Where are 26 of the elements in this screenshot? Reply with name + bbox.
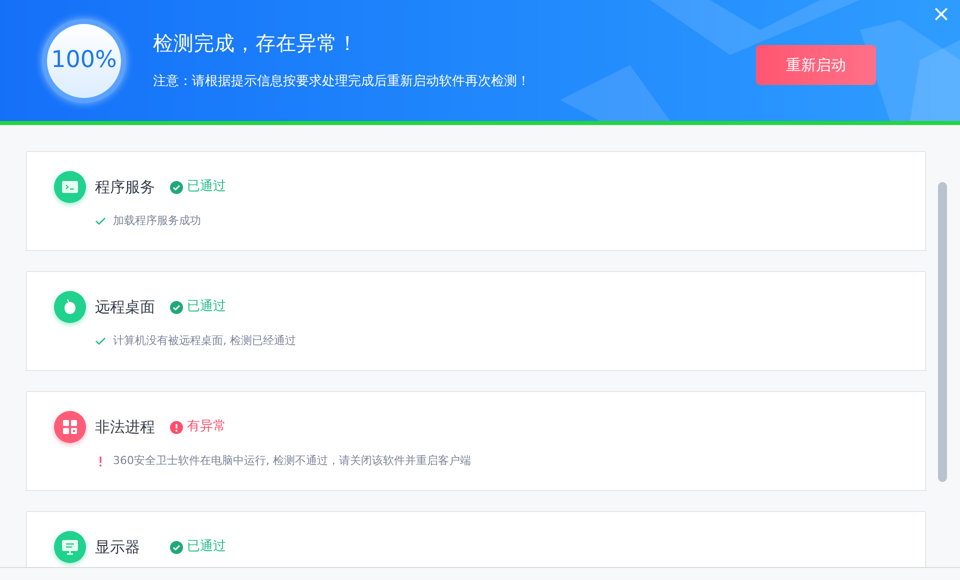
grid-icon — [63, 420, 77, 434]
terminal-icon — [62, 181, 78, 193]
notice-text: 注意：请根据提示信息按要求处理完成后重新启动软件再次检测！ — [153, 72, 530, 91]
progress-percent: 100% — [51, 46, 117, 76]
exclamation-circle-icon — [170, 420, 183, 434]
checkmark-icon — [95, 217, 106, 226]
result-title: 检测完成，存在异常！ — [153, 30, 359, 57]
check-circle-icon — [170, 300, 183, 314]
monitor-icon — [62, 540, 78, 554]
status-label: 已通过 — [170, 537, 226, 557]
restart-button[interactable]: 重新启动 — [756, 45, 876, 85]
check-title: 显示器 — [95, 536, 141, 558]
check-title: 程序服务 — [95, 176, 156, 198]
check-circle-icon — [170, 180, 183, 194]
scrollbar-thumb[interactable] — [938, 182, 947, 482]
check-title: 远程桌面 — [95, 296, 156, 318]
check-detail: 360安全卫士软件在电脑中运行, 检测不通过，请关闭该软件并重启客户端 — [113, 453, 471, 469]
close-button[interactable]: × — [932, 2, 950, 28]
check-detail: 加载程序服务成功 — [113, 213, 201, 229]
checkmark-icon — [95, 337, 106, 346]
check-title: 非法进程 — [95, 416, 156, 438]
status-label: 已通过 — [170, 297, 226, 317]
status-label: 已通过 — [170, 177, 226, 197]
check-detail: 计算机没有被远程桌面, 检测已经通过 — [113, 333, 296, 349]
check-circle-icon — [170, 540, 183, 554]
status-label: 有异常 — [170, 417, 226, 437]
